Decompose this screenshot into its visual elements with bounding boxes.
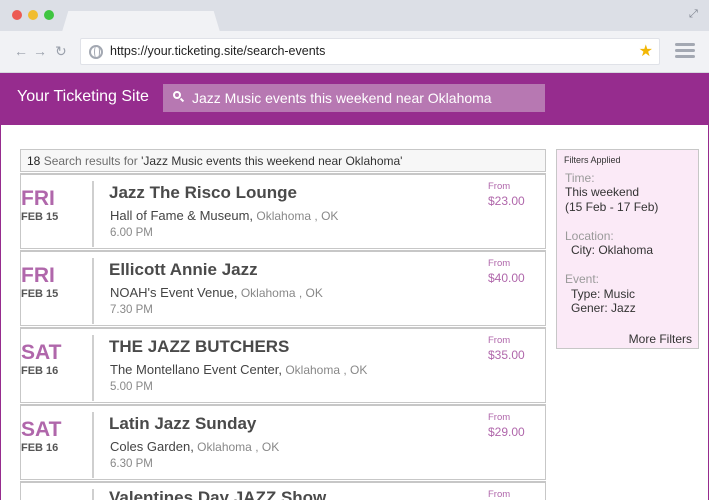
event-weekday: SAT [21, 418, 62, 441]
event-price: $35.00 [488, 348, 525, 362]
price-from-label: From [488, 258, 511, 269]
page-border-left [0, 125, 1, 500]
event-price: $29.00 [488, 425, 525, 439]
card-divider [92, 258, 94, 324]
filters-title: Filters Applied [564, 155, 621, 165]
event-title[interactable]: Latin Jazz Sunday [109, 414, 256, 434]
results-query: 'Jazz Music events this weekend near Okl… [141, 154, 403, 168]
card-divider [92, 412, 94, 478]
price-from-label: From [488, 335, 511, 346]
event-date: FEB 15 [21, 211, 59, 223]
event-weekday: FRI [21, 264, 55, 287]
result-card[interactable]: SAT FEB 16 Latin Jazz Sunday Coles Garde… [20, 404, 546, 480]
event-time: 6.30 PM [110, 458, 153, 470]
event-price: $23.00 [488, 194, 525, 208]
card-divider [92, 335, 94, 401]
result-card[interactable]: Valentines Day JAZZ Show From [20, 481, 546, 500]
venue-name: Hall of Fame & Museum, [110, 208, 254, 223]
filter-location-label: Location: [565, 229, 614, 243]
result-card[interactable]: FRI FEB 15 Ellicott Annie Jazz NOAH's Ev… [20, 250, 546, 326]
filter-event-type[interactable]: Type: Music [571, 287, 635, 302]
url-text[interactable]: https://your.ticketing.site/search-event… [110, 44, 325, 58]
event-price: $40.00 [488, 271, 525, 285]
search-query-text[interactable]: Jazz Music events this weekend near Okla… [192, 90, 492, 106]
event-date: FEB 16 [21, 365, 59, 377]
forward-arrow-icon[interactable]: → [33, 43, 47, 59]
globe-icon [89, 45, 103, 59]
filter-event-genre[interactable]: Gener: Jazz [571, 301, 636, 316]
event-venue: Coles Garden, Oklahoma , OK [110, 439, 279, 454]
event-time: 5.00 PM [110, 381, 153, 393]
bookmark-star-icon[interactable]: ★ [639, 41, 653, 61]
filters-panel: Filters Applied Time: This weekend (15 F… [556, 149, 699, 349]
venue-city: Oklahoma , OK [282, 363, 368, 377]
search-icon [172, 90, 185, 103]
close-window-button[interactable] [12, 10, 22, 20]
address-bar-area: ← → ↻ https://your.ticketing.site/search… [0, 31, 709, 73]
maximize-window-button[interactable] [44, 10, 54, 20]
site-title[interactable]: Your Ticketing Site [17, 88, 149, 106]
price-from-label: From [488, 181, 511, 192]
back-arrow-icon[interactable]: ← [14, 43, 28, 59]
event-time: 7.30 PM [110, 304, 153, 316]
venue-name: NOAH's Event Venue, [110, 285, 238, 300]
window-controls [12, 10, 54, 20]
venue-name: Coles Garden, [110, 439, 194, 454]
event-time: 6.00 PM [110, 227, 153, 239]
search-input[interactable]: Jazz Music events this weekend near Okla… [163, 84, 545, 112]
event-title[interactable]: Ellicott Annie Jazz [109, 260, 258, 280]
filter-time-label: Time: [565, 171, 595, 185]
venue-name: The Montellano Event Center, [110, 362, 282, 377]
venue-city: Oklahoma , OK [253, 209, 339, 223]
event-date: FEB 16 [21, 442, 59, 454]
venue-city: Oklahoma , OK [237, 286, 323, 300]
more-filters-link[interactable]: More Filters [629, 332, 692, 346]
browser-titlebar: ⤢ [0, 0, 709, 32]
event-title[interactable]: Jazz The Risco Lounge [109, 183, 297, 203]
browser-tab[interactable] [62, 11, 220, 32]
results-prefix: Search results for [40, 154, 142, 168]
filter-time-range: (15 Feb - 17 Feb) [565, 200, 659, 214]
venue-city: Oklahoma , OK [193, 440, 280, 454]
event-title[interactable]: THE JAZZ BUTCHERS [109, 337, 289, 357]
event-date: FEB 15 [21, 288, 59, 300]
reload-icon[interactable]: ↻ [55, 43, 67, 59]
card-divider [92, 181, 94, 247]
url-field[interactable]: https://your.ticketing.site/search-event… [80, 38, 660, 65]
price-from-label: From [488, 412, 511, 423]
result-card[interactable]: SAT FEB 16 THE JAZZ BUTCHERS The Montell… [20, 327, 546, 403]
event-venue: Hall of Fame & Museum, Oklahoma , OK [110, 208, 338, 223]
results-summary: 18 Search results for 'Jazz Music events… [20, 149, 546, 172]
site-header: Your Ticketing Site Jazz Music events th… [0, 73, 709, 123]
minimize-window-button[interactable] [28, 10, 38, 20]
event-title[interactable]: Valentines Day JAZZ Show [109, 488, 326, 500]
filter-event-label: Event: [565, 272, 600, 286]
header-divider [0, 123, 709, 125]
fullscreen-icon[interactable]: ⤢ [689, 8, 701, 20]
results-count: 18 [27, 154, 41, 168]
event-venue: NOAH's Event Venue, Oklahoma , OK [110, 285, 323, 300]
price-from-label: From [488, 489, 511, 500]
filter-location-value[interactable]: City: Oklahoma [571, 243, 653, 258]
hamburger-menu-icon[interactable] [675, 43, 695, 61]
result-card[interactable]: FRI FEB 15 Jazz The Risco Lounge Hall of… [20, 173, 546, 249]
event-weekday: FRI [21, 187, 55, 210]
card-divider [92, 489, 94, 500]
event-venue: The Montellano Event Center, Oklahoma , … [110, 362, 367, 377]
filter-time-value[interactable]: This weekend [565, 185, 639, 200]
event-weekday: SAT [21, 341, 62, 364]
